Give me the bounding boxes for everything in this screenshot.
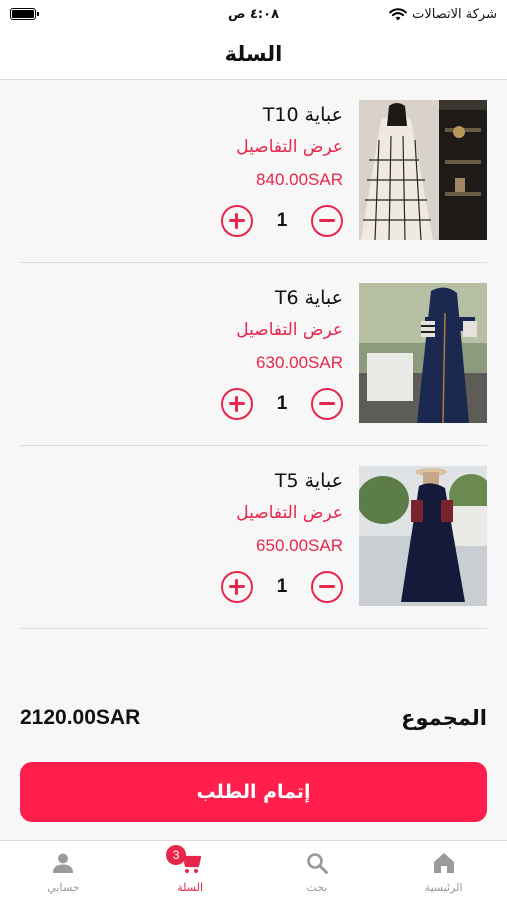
- increase-quantity-button[interactable]: [221, 205, 253, 237]
- item-name: عباية T6: [274, 287, 343, 309]
- decrease-quantity-button[interactable]: [311, 388, 343, 420]
- increase-quantity-button[interactable]: [221, 388, 253, 420]
- tab-label: الرئيسية: [424, 881, 463, 894]
- tab-home[interactable]: الرئيسية: [380, 841, 507, 900]
- home-icon: [432, 851, 456, 875]
- nav-bar: السلة: [0, 28, 507, 80]
- item-price: 630.00SAR: [256, 353, 343, 372]
- page-title: السلة: [224, 41, 283, 66]
- cart-item: عباية T5 عرض التفاصيل 650.00SAR 1: [20, 446, 487, 629]
- quantity-stepper: 1: [221, 570, 343, 604]
- quantity-value: 1: [276, 210, 288, 231]
- increase-quantity-button[interactable]: [221, 571, 253, 603]
- cart-list: عباية T10 عرض التفاصيل 840.00SAR 1 عباية…: [0, 80, 507, 629]
- item-price: 650.00SAR: [256, 536, 343, 555]
- total-value: 2120.00SAR: [20, 706, 141, 729]
- total-label: المجموع: [401, 706, 487, 730]
- quantity-stepper: 1: [221, 387, 343, 421]
- cart-item: عباية T10 عرض التفاصيل 840.00SAR 1: [20, 80, 487, 263]
- search-icon: [305, 851, 329, 875]
- item-price: 840.00SAR: [256, 170, 343, 189]
- cart-item: عباية T6 عرض التفاصيل 630.00SAR 1: [20, 263, 487, 446]
- item-name: عباية T5: [274, 470, 343, 492]
- item-name: عباية T10: [262, 104, 343, 126]
- quantity-value: 1: [276, 576, 288, 597]
- status-bar: ٤:٠٨ ص شركة الاتصالات: [0, 0, 507, 28]
- battery-icon: [10, 8, 39, 20]
- abaya-photo-icon[interactable]: [359, 100, 487, 240]
- checkout-button[interactable]: إتمام الطلب: [20, 762, 487, 822]
- tab-label: السلة: [177, 881, 203, 894]
- tab-label: بحث: [306, 881, 328, 894]
- carrier-name: شركة الاتصالات: [412, 6, 497, 22]
- cart-count-badge: 3: [166, 845, 187, 865]
- quantity-stepper: 1: [221, 204, 343, 238]
- person-icon: [51, 851, 75, 875]
- tab-cart[interactable]: 3 السلة: [127, 841, 254, 900]
- abaya-photo-icon[interactable]: [359, 283, 487, 423]
- status-time: ٤:٠٨ ص: [227, 6, 280, 22]
- tab-search[interactable]: بحث: [254, 841, 381, 900]
- quantity-value: 1: [276, 393, 288, 414]
- battery-indicator: [10, 8, 39, 20]
- view-details-link[interactable]: عرض التفاصيل: [143, 313, 343, 347]
- decrease-quantity-button[interactable]: [311, 205, 343, 237]
- tab-account[interactable]: حسابي: [0, 841, 127, 900]
- tab-label: حسابي: [47, 881, 80, 894]
- decrease-quantity-button[interactable]: [311, 571, 343, 603]
- total-row: 2120.00SAR المجموع: [20, 700, 487, 736]
- tab-bar: حسابي 3 السلة بحث الرئيسية: [0, 840, 507, 900]
- view-details-link[interactable]: عرض التفاصيل: [143, 130, 343, 164]
- view-details-link[interactable]: عرض التفاصيل: [143, 496, 343, 530]
- abaya-photo-icon[interactable]: [359, 466, 487, 606]
- wifi-icon: [389, 7, 407, 21]
